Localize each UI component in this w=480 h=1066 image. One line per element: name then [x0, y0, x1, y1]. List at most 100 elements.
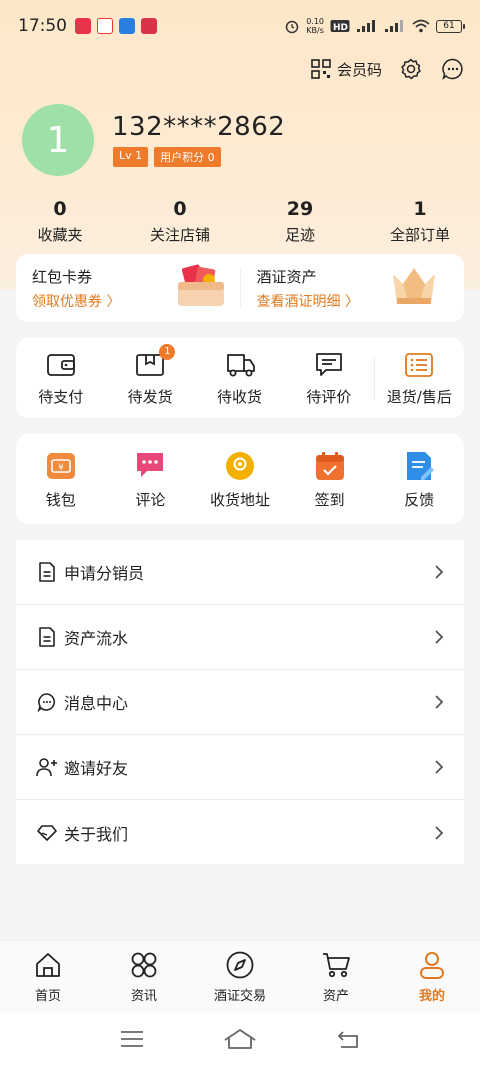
tool-label: 签到	[314, 490, 345, 509]
chat-bubble-icon	[442, 58, 463, 80]
points-badge[interactable]: 用户积分 0	[154, 147, 221, 167]
stat-all-orders[interactable]: 1 全部订单	[360, 198, 480, 245]
crown-icon	[392, 268, 435, 304]
tool-feedback[interactable]: 反馈	[374, 449, 464, 510]
gear-icon	[401, 58, 421, 80]
calendar-check-icon	[315, 451, 344, 480]
orders-card: 待支付 1 待发货 待收货 待评价 退货/售后	[16, 338, 464, 418]
menu-item-apply-distributor[interactable]: 申请分销员	[16, 540, 464, 605]
svg-text:HD: HD	[333, 23, 348, 33]
menu-item-label: 申请分销员	[64, 564, 145, 583]
order-label: 待收货	[217, 387, 263, 406]
wine-cert-entry[interactable]: 酒证资产 查看酒证明细 〉	[241, 254, 465, 322]
order-count-badge: 1	[159, 343, 176, 360]
order-pending-review[interactable]: 待评价	[284, 350, 373, 407]
battery-icon: 61	[436, 19, 465, 33]
comment-icon	[316, 352, 342, 376]
stat-favorites[interactable]: 0 收藏夹	[0, 198, 120, 245]
menu-item-message-center[interactable]: 消息中心	[16, 670, 464, 735]
stat-value: 0	[173, 198, 187, 220]
chevron-right-icon	[435, 630, 444, 644]
battery-level: 61	[443, 20, 455, 31]
tab-home[interactable]: 首页	[0, 941, 96, 1012]
stat-value: 1	[413, 198, 427, 220]
menu-item-label: 消息中心	[64, 694, 129, 713]
top-actions: 会员码	[311, 56, 466, 82]
chevron-right-icon	[435, 695, 444, 709]
back-icon[interactable]	[335, 1029, 361, 1049]
menu-item-label: 关于我们	[64, 824, 129, 844]
tool-wallet[interactable]: ¥ 钱包	[16, 449, 106, 510]
order-pending-payment[interactable]: 待支付	[16, 350, 105, 407]
app-notification-icon	[75, 18, 91, 34]
tab-label: 资产	[322, 989, 349, 1004]
user-icon	[420, 952, 444, 979]
assets-card: 红包卡券 领取优惠券 〉 酒证资产 查看酒证明细 〉	[16, 254, 464, 322]
bottom-tab-bar: 首页 资讯 酒证交易 资产 我的	[0, 940, 480, 1012]
order-returns[interactable]: 退货/售后	[375, 350, 464, 407]
tool-checkin[interactable]: 签到	[285, 449, 375, 510]
app-notification-icon	[141, 18, 157, 34]
avatar[interactable]: 1	[22, 104, 94, 176]
document-icon	[39, 627, 55, 647]
order-label: 待发货	[127, 387, 173, 406]
home-nav-icon[interactable]	[223, 1028, 257, 1050]
red-envelope-wallet-icon	[178, 264, 224, 306]
add-user-icon	[36, 758, 57, 777]
signal-icon	[357, 20, 375, 32]
tab-assets[interactable]: 资产	[288, 941, 384, 1012]
app-notification-icon	[97, 18, 113, 34]
compass-icon	[226, 951, 254, 979]
tab-wine-cert-trade[interactable]: 酒证交易	[192, 941, 288, 1012]
svg-text:¥: ¥	[58, 463, 64, 473]
order-label: 退货/售后	[386, 387, 452, 406]
tool-label: 收货地址	[209, 490, 270, 509]
coupons-entry[interactable]: 红包卡券 领取优惠券 〉	[16, 254, 240, 322]
chevron-right-icon	[435, 825, 444, 840]
stat-followed-shops[interactable]: 0 关注店铺	[120, 198, 240, 245]
status-right: 0.10 KB/s HD 61	[284, 17, 465, 35]
tool-comments[interactable]: 评论	[106, 449, 196, 510]
tab-label: 酒证交易	[213, 989, 266, 1004]
tab-label: 首页	[34, 989, 61, 1004]
cart-icon	[323, 953, 350, 978]
status-bar: 17:50 0.10 KB/s HD 61	[0, 0, 480, 52]
member-code-label: 会员码	[336, 60, 382, 79]
location-pin-icon	[225, 451, 254, 480]
stat-label: 全部订单	[389, 226, 450, 244]
menu-icon[interactable]	[119, 1030, 145, 1048]
order-label: 待支付	[38, 387, 84, 406]
settings-button[interactable]	[398, 56, 424, 82]
menu-item-about-us[interactable]: 关于我们	[16, 800, 464, 865]
qr-code-icon	[311, 59, 331, 79]
stats-row: 0 收藏夹 0 关注店铺 29 足迹 1 全部订单	[0, 198, 480, 245]
menu-item-invite-friends[interactable]: 邀请好友	[16, 735, 464, 800]
net-speed-unit: KB/s	[306, 26, 324, 35]
tab-mine[interactable]: 我的	[384, 941, 480, 1012]
document-icon	[39, 562, 55, 582]
member-code-button[interactable]: 会员码	[311, 59, 382, 80]
stat-label: 足迹	[284, 226, 315, 244]
tool-label: 钱包	[45, 490, 76, 509]
wallet-icon	[46, 353, 75, 376]
tools-card: ¥ 钱包 评论 收货地址 签到 反馈	[16, 434, 464, 524]
tool-address[interactable]: 收货地址	[195, 449, 285, 510]
tool-label: 评论	[135, 490, 166, 509]
order-pending-shipment[interactable]: 1 待发货	[105, 343, 194, 407]
messages-button[interactable]	[440, 56, 466, 82]
user-badges: Lv 1 用户积分 0	[113, 147, 221, 167]
chat-icon	[137, 452, 164, 477]
order-pending-receipt[interactable]: 待收货	[195, 350, 284, 407]
home-icon	[36, 953, 60, 977]
status-time: 17:50	[18, 16, 67, 36]
tab-label: 我的	[418, 989, 445, 1004]
stat-value: 29	[286, 198, 314, 220]
stat-label: 关注店铺	[149, 226, 210, 244]
signal-icon	[385, 20, 403, 32]
tab-news[interactable]: 资讯	[96, 941, 192, 1012]
message-icon	[37, 693, 56, 712]
menu-item-asset-flow[interactable]: 资产流水	[16, 605, 464, 670]
chevron-right-icon	[435, 565, 444, 579]
app-notification-icon	[119, 18, 135, 34]
stat-footprints[interactable]: 29 足迹	[240, 198, 360, 245]
